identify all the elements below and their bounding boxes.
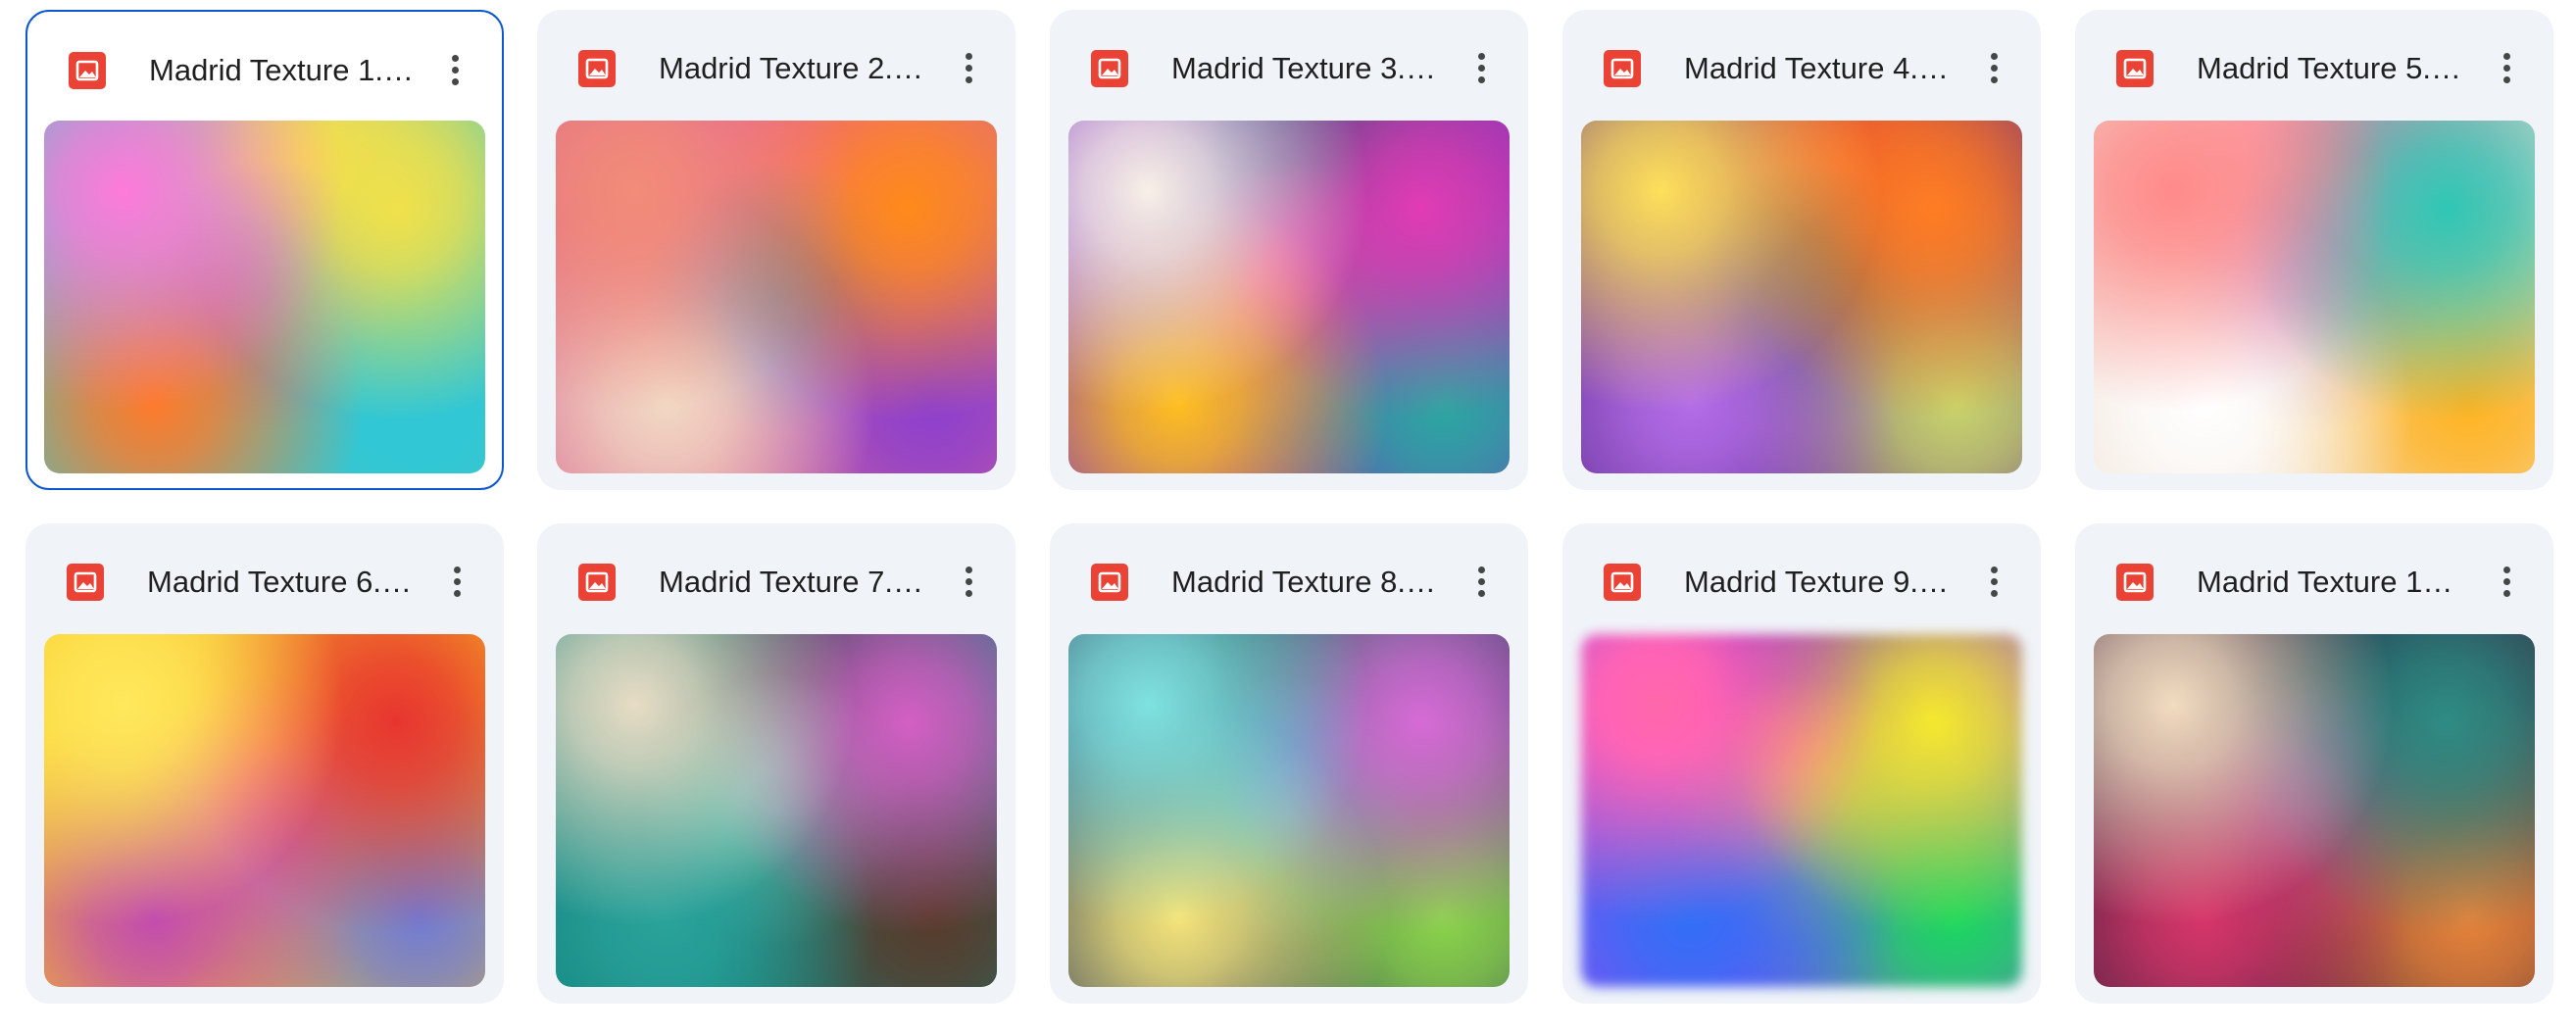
file-title: Madrid Texture 3.png [1171, 51, 1442, 85]
file-card-header: Madrid Texture 10.png [2075, 523, 2553, 635]
file-card[interactable]: Madrid Texture 8.png [1050, 523, 1528, 1004]
more-vert-icon[interactable] [1454, 41, 1509, 96]
file-thumbnail[interactable] [556, 121, 997, 473]
file-card-header: Madrid Texture 9.png [1562, 523, 2041, 635]
file-title: Madrid Texture 9.png [1684, 565, 1955, 599]
file-thumbnail[interactable] [2094, 634, 2535, 987]
file-card[interactable]: Madrid Texture 5.png [2075, 10, 2553, 490]
image-file-icon [1604, 50, 1641, 87]
file-title: Madrid Texture 1.png [149, 53, 420, 87]
file-thumbnail[interactable] [1068, 121, 1510, 473]
image-file-icon [578, 564, 616, 601]
file-card-header: Madrid Texture 6.png [25, 523, 504, 635]
more-vert-icon[interactable] [941, 555, 996, 610]
file-card-header: Madrid Texture 7.png [537, 523, 1016, 635]
more-vert-icon[interactable] [1966, 555, 2021, 610]
more-vert-icon[interactable] [1966, 41, 2021, 96]
image-file-icon [2116, 50, 2154, 87]
more-vert-icon[interactable] [2479, 41, 2534, 96]
file-title: Madrid Texture 6.png [147, 565, 418, 599]
image-file-icon [1091, 50, 1128, 87]
file-card[interactable]: Madrid Texture 9.png [1562, 523, 2041, 1004]
file-title: Madrid Texture 8.png [1171, 565, 1442, 599]
file-title: Madrid Texture 5.png [2197, 51, 2467, 85]
file-thumbnail[interactable] [1068, 634, 1510, 987]
image-file-icon [1604, 564, 1641, 601]
file-card-header: Madrid Texture 4.png [1562, 10, 2041, 122]
file-title: Madrid Texture 4.png [1684, 51, 1955, 85]
more-vert-icon[interactable] [427, 43, 482, 98]
image-file-icon [67, 564, 104, 601]
file-card-header: Madrid Texture 3.png [1050, 10, 1528, 122]
file-card[interactable]: Madrid Texture 6.png [25, 523, 504, 1004]
file-card-header: Madrid Texture 5.png [2075, 10, 2553, 122]
more-vert-icon[interactable] [941, 41, 996, 96]
file-card[interactable]: Madrid Texture 3.png [1050, 10, 1528, 490]
file-grid: Madrid Texture 1.png Madrid Texture 2.pn… [0, 0, 2576, 1035]
file-title: Madrid Texture 10.png [2197, 565, 2467, 599]
file-thumbnail[interactable] [44, 121, 485, 473]
file-title: Madrid Texture 7.png [659, 565, 929, 599]
image-file-icon [69, 52, 106, 89]
file-card-header: Madrid Texture 1.png [27, 12, 502, 123]
image-file-icon [578, 50, 616, 87]
file-card-header: Madrid Texture 2.png [537, 10, 1016, 122]
file-card[interactable]: Madrid Texture 1.png [25, 10, 504, 490]
image-file-icon [2116, 564, 2154, 601]
file-thumbnail[interactable] [1581, 121, 2022, 473]
file-thumbnail[interactable] [44, 634, 485, 987]
more-vert-icon[interactable] [2479, 555, 2534, 610]
image-file-icon [1091, 564, 1128, 601]
file-thumbnail[interactable] [556, 634, 997, 987]
more-vert-icon[interactable] [429, 555, 484, 610]
file-thumbnail[interactable] [2094, 121, 2535, 473]
file-card[interactable]: Madrid Texture 10.png [2075, 523, 2553, 1004]
file-card[interactable]: Madrid Texture 2.png [537, 10, 1016, 490]
file-card[interactable]: Madrid Texture 4.png [1562, 10, 2041, 490]
file-card-header: Madrid Texture 8.png [1050, 523, 1528, 635]
file-title: Madrid Texture 2.png [659, 51, 929, 85]
file-thumbnail[interactable] [1581, 634, 2022, 987]
more-vert-icon[interactable] [1454, 555, 1509, 610]
file-card[interactable]: Madrid Texture 7.png [537, 523, 1016, 1004]
